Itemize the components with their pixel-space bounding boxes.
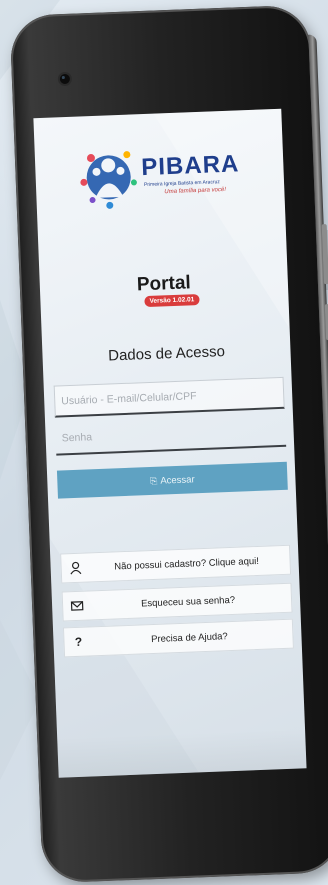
login-button-label: Acessar (160, 474, 195, 487)
user-icon (68, 561, 83, 576)
church-logo: PIBARA Primeira Igreja Batista em Aracru… (76, 136, 259, 221)
forgot-password-label: Esqueceu sua senha? (140, 594, 236, 610)
app-screen: PIBARA Primeira Igreja Batista em Aracru… (33, 108, 307, 778)
version-badge: Versão 1.02.01 (144, 294, 200, 308)
envelope-icon (70, 599, 85, 614)
phone-frame: PIBARA Primeira Igreja Batista em Aracru… (9, 4, 328, 884)
church-logo-icon (80, 151, 137, 209)
phone-side-edge (308, 34, 328, 845)
login-button[interactable]: ⎘ Acessar (56, 461, 288, 499)
logo-tagline: Uma família para você! (164, 186, 227, 196)
password-input[interactable] (55, 414, 287, 456)
register-link-label: Não possui cadastro? Clique aqui! (114, 555, 260, 573)
question-icon: ? (74, 634, 83, 650)
section-title: Dados de Acesso (107, 343, 226, 365)
logo-name: PIBARA (140, 150, 240, 182)
username-input[interactable] (53, 376, 285, 418)
screen-bottom-area (57, 728, 307, 778)
help-link-label: Precisa de Ajuda? (150, 631, 228, 646)
front-camera-icon (59, 73, 71, 85)
login-icon: ⎘ (149, 475, 158, 487)
